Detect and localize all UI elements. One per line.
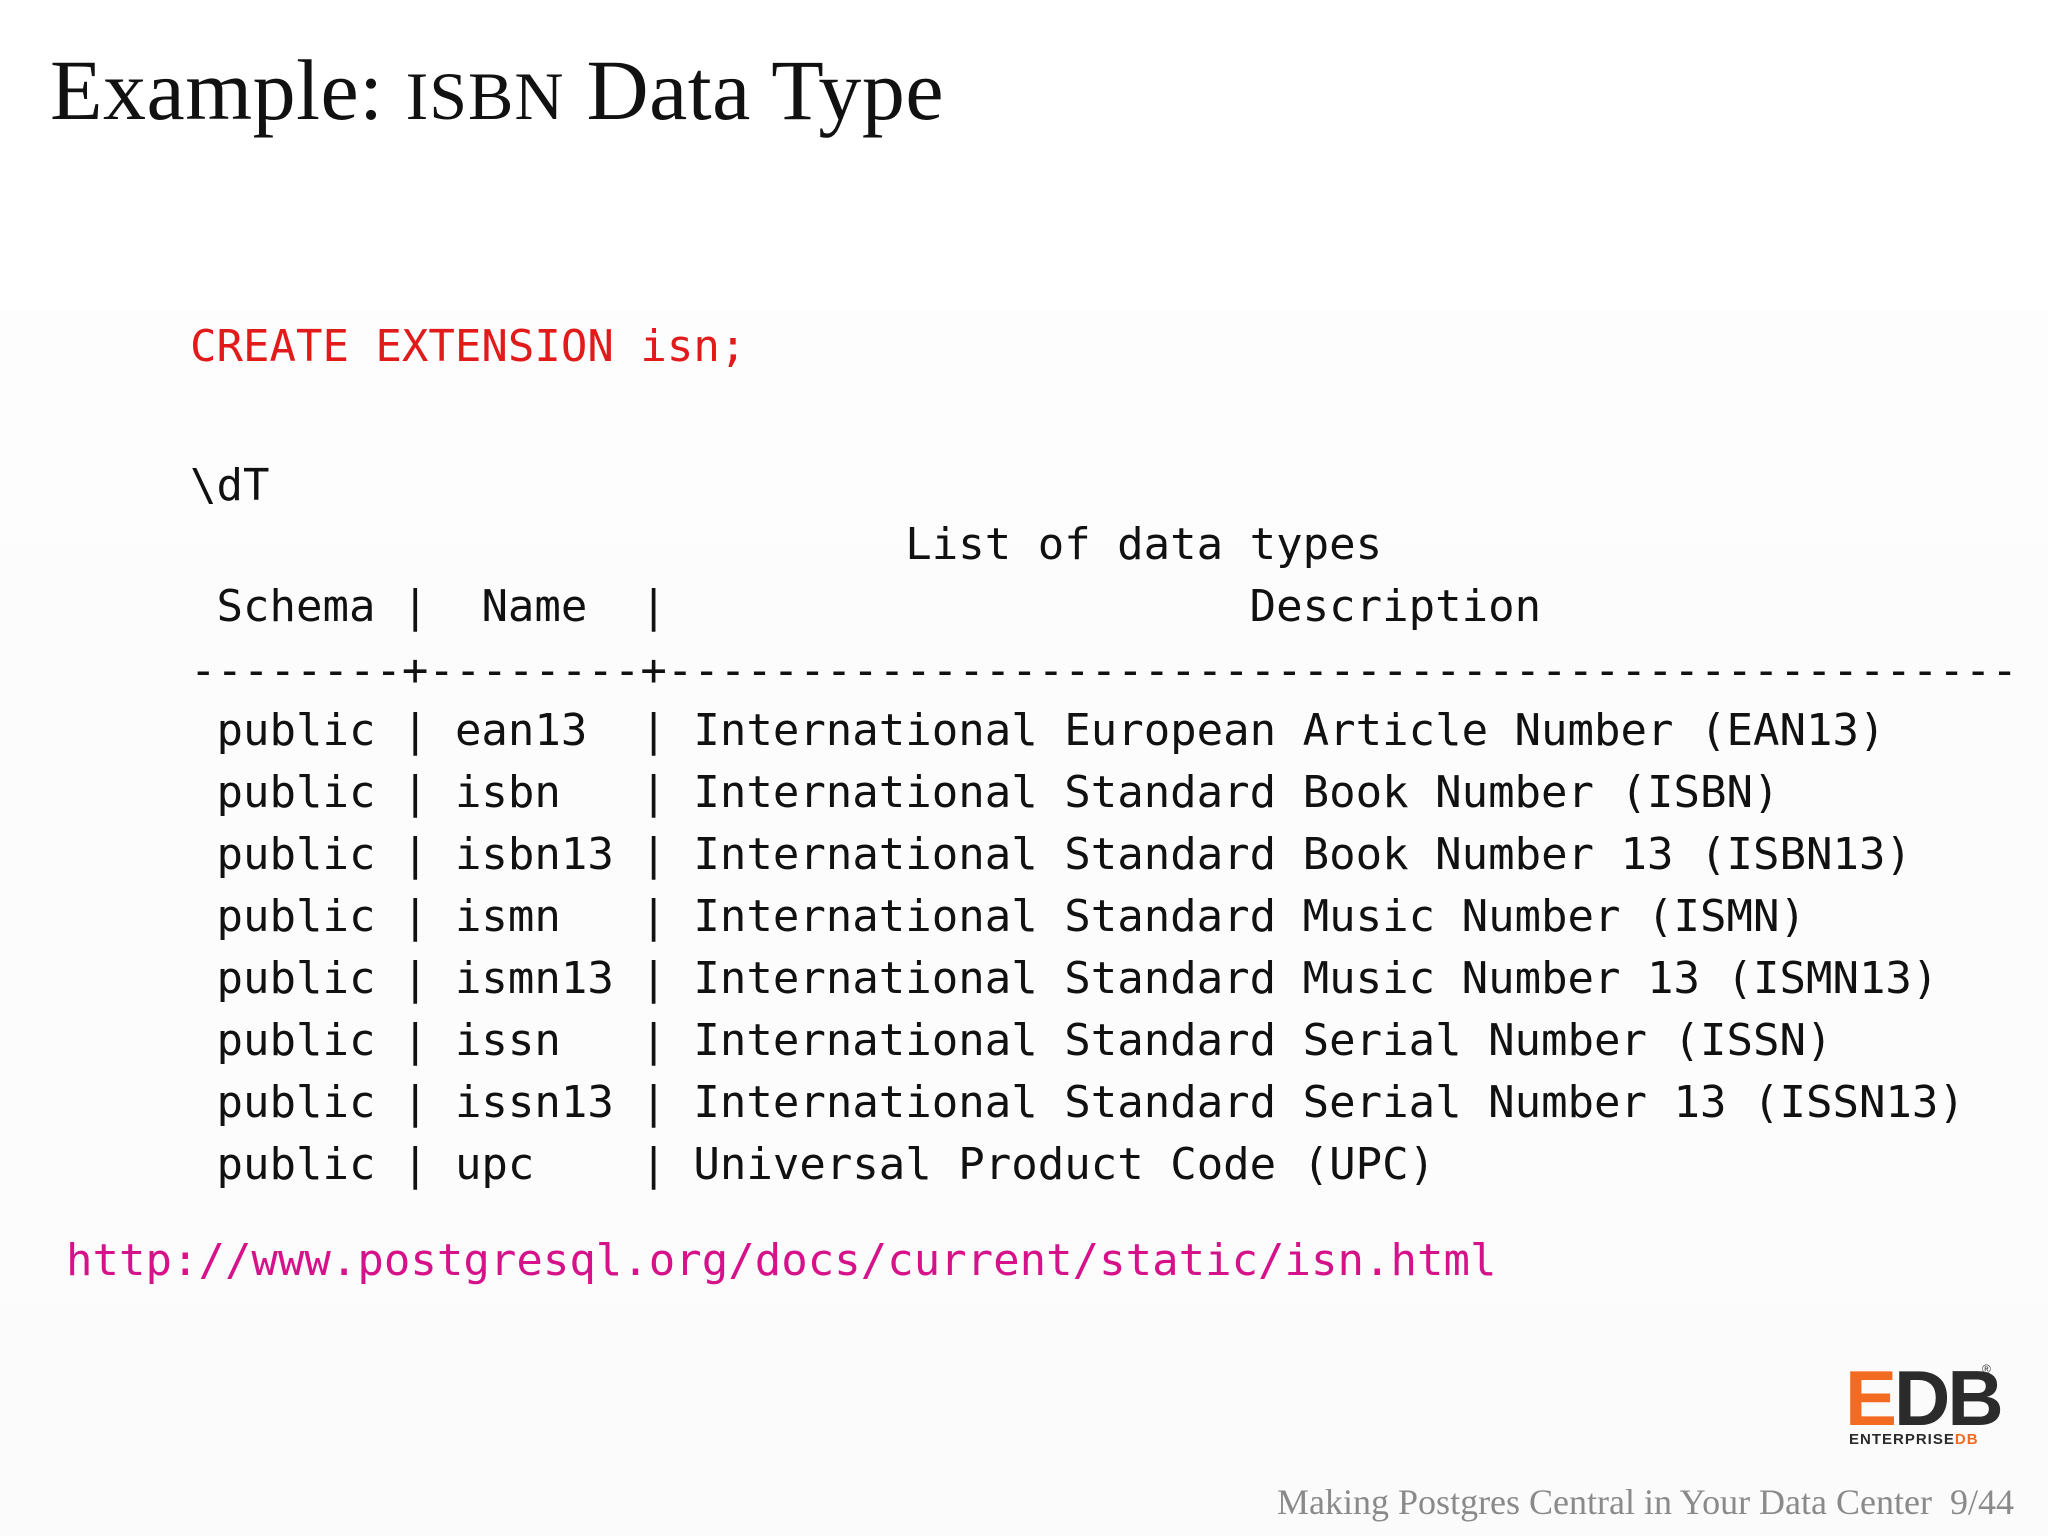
logo-sub-db: DB bbox=[1954, 1431, 1979, 1448]
row-name: issn13 bbox=[454, 1077, 614, 1128]
header-description: Description bbox=[1249, 581, 1542, 632]
table-row: public | isbn | International Standard B… bbox=[216, 767, 1780, 818]
table-row: public | ismn13 | International Standard… bbox=[216, 953, 1939, 1004]
row-description: International Standard Music Number 13 (… bbox=[693, 953, 1939, 1004]
row-schema: public bbox=[216, 705, 376, 756]
header-schema: Schema bbox=[216, 581, 376, 632]
row-schema: public bbox=[216, 953, 376, 1004]
row-schema: public bbox=[216, 1077, 376, 1128]
title-smallcaps: ISBN bbox=[405, 58, 565, 134]
row-schema: public bbox=[216, 767, 376, 818]
logo-registered-mark: ® bbox=[1982, 1362, 1991, 1376]
row-schema: public bbox=[216, 891, 376, 942]
slide: Example: ISBN Data Type CREATE EXTENSION… bbox=[0, 0, 2048, 1536]
table-row: public | isbn13 | International Standard… bbox=[216, 829, 1912, 880]
table-row: public | ismn | International Standard M… bbox=[216, 891, 1806, 942]
table-title: List of data types bbox=[190, 514, 1382, 576]
footer-text: Making Postgres Central in Your Data Cen… bbox=[1277, 1482, 1932, 1522]
edb-logo-mark: EDB bbox=[1845, 1359, 2004, 1437]
slide-title: Example: ISBN Data Type bbox=[50, 40, 944, 146]
table-row: public | ean13 | International European … bbox=[216, 705, 1886, 756]
table-title-text: List of data types bbox=[905, 519, 1383, 570]
row-name: issn bbox=[454, 1015, 561, 1066]
create-extension-statement: CREATE EXTENSION isn; bbox=[190, 321, 747, 372]
title-suffix: Data Type bbox=[564, 42, 944, 138]
row-name: ismn bbox=[454, 891, 561, 942]
table-row: public | issn13 | International Standard… bbox=[216, 1077, 1965, 1128]
title-prefix: Example: bbox=[50, 42, 406, 138]
row-description: International Standard Book Number 13 (I… bbox=[693, 829, 1912, 880]
row-description: International Standard Music Number (ISM… bbox=[693, 891, 1806, 942]
footer-page: 9/44 bbox=[1949, 1482, 2014, 1522]
logo-subtitle: ENTERPRISEDB bbox=[1849, 1431, 1979, 1448]
row-description: International European Article Number (E… bbox=[693, 705, 1886, 756]
row-schema: public bbox=[216, 1015, 376, 1066]
logo-sub-enterprise: ENTERPRISE bbox=[1849, 1431, 1955, 1448]
row-description: Universal Product Code (UPC) bbox=[693, 1139, 1436, 1190]
edb-logo: EDB ® ENTERPRISEDB bbox=[1845, 1359, 2004, 1450]
table-rows: public | ean13 | International European … bbox=[190, 700, 1965, 1196]
row-name: isbn13 bbox=[454, 829, 614, 880]
row-schema: public bbox=[216, 1139, 376, 1190]
row-name: ismn13 bbox=[454, 953, 614, 1004]
header-name: Name bbox=[481, 581, 588, 632]
logo-e: E bbox=[1845, 1354, 1897, 1442]
psql-command: \dT bbox=[190, 460, 270, 511]
row-description: International Standard Book Number (ISBN… bbox=[693, 767, 1780, 818]
row-description: International Standard Serial Number 13 … bbox=[693, 1077, 1965, 1128]
table-header: Schema | Name | Description bbox=[216, 581, 1542, 632]
row-name: isbn bbox=[454, 767, 561, 818]
row-name: upc bbox=[454, 1139, 535, 1190]
row-schema: public bbox=[216, 829, 376, 880]
footer: Making Postgres Central in Your Data Cen… bbox=[1277, 1478, 2014, 1526]
table-row: public | issn | International Standard S… bbox=[216, 1015, 1833, 1066]
table-separator: --------+--------+----------------------… bbox=[190, 645, 2018, 696]
row-description: International Standard Serial Number (IS… bbox=[693, 1015, 1833, 1066]
docs-link[interactable]: http://www.postgresql.org/docs/current/s… bbox=[66, 1230, 1496, 1292]
table-row: public | upc | Universal Product Code (U… bbox=[216, 1139, 1436, 1190]
row-name: ean13 bbox=[454, 705, 588, 756]
